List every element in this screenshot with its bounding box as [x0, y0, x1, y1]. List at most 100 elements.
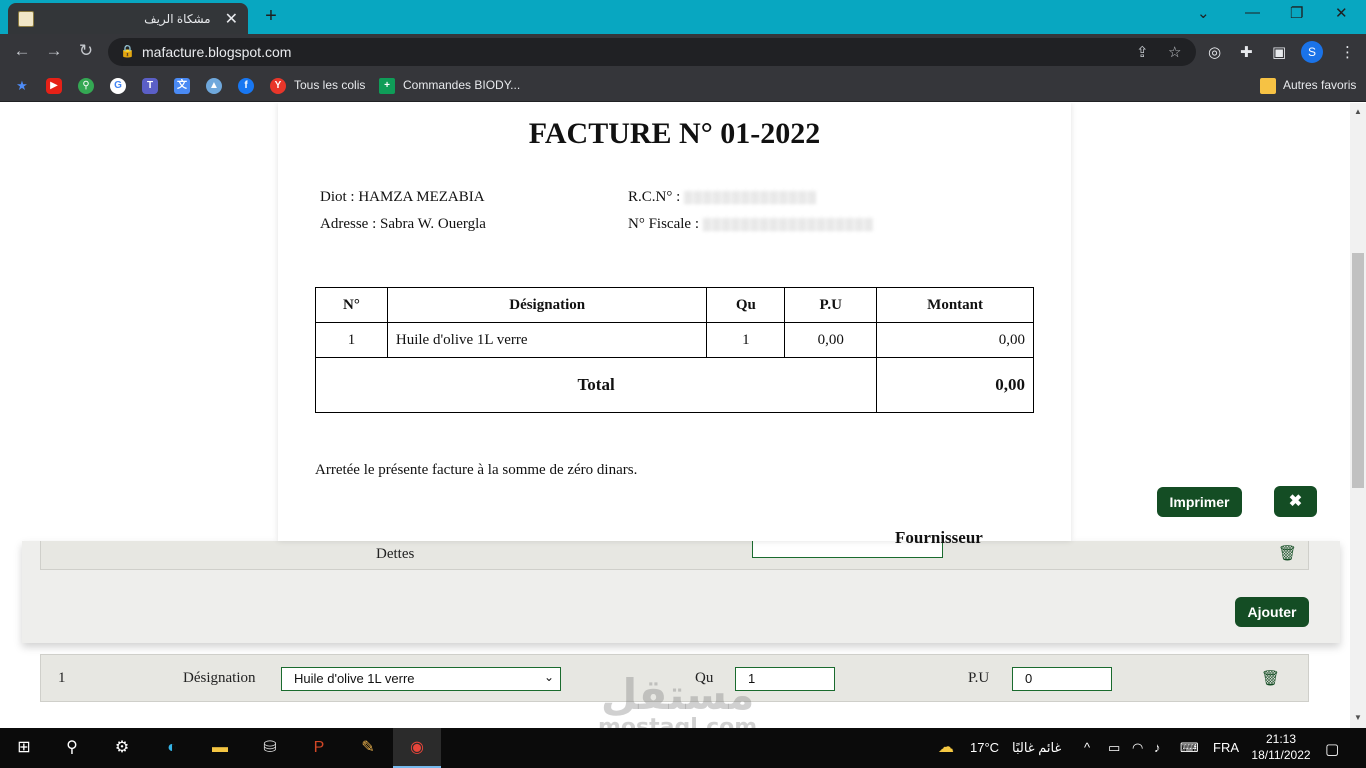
browser-tab[interactable]: مشكاة الريف ✕: [8, 3, 248, 34]
lock-icon[interactable]: 🔒: [120, 44, 135, 58]
menu-kebab-icon[interactable]: ⋮: [1340, 43, 1355, 61]
item-number: 1: [58, 670, 66, 686]
amount-in-words: Arretée le présente facture à la somme d…: [315, 462, 638, 478]
designation-select[interactable]: Huile d'olive 1L verre ⌄: [281, 667, 561, 691]
designation-select-value: Huile d'olive 1L verre: [294, 671, 415, 686]
scrollbar-thumb[interactable]: [1352, 253, 1364, 488]
header-designation: Désignation: [386, 287, 708, 323]
teams-icon[interactable]: T: [142, 78, 158, 94]
watermark-arabic: مستقل: [600, 670, 755, 719]
minimize-button[interactable]: —: [1245, 4, 1260, 21]
windows-start-icon[interactable]: ⊞: [12, 736, 36, 760]
ajouter-button[interactable]: Ajouter: [1235, 597, 1309, 627]
tab-search-icon[interactable]: ⌄: [1197, 4, 1210, 22]
temperature-text[interactable]: 17°C: [970, 740, 999, 755]
scroll-down-icon[interactable]: ▼: [1354, 713, 1362, 722]
battery-icon[interactable]: ▭: [1108, 740, 1120, 756]
settings-gear-icon[interactable]: ⚙: [110, 736, 134, 760]
table-row: 1 Huile d'olive 1L verre 1 0,00 0,00: [315, 322, 1034, 358]
redacted-fiscal: ▒▒▒▒▒▒▒▒▒▒▒▒▒▒▒▒▒▒: [702, 217, 874, 231]
side-panel-icon[interactable]: ▣: [1272, 43, 1286, 61]
language-indicator[interactable]: FRA: [1213, 740, 1239, 755]
designation-label: Désignation: [183, 670, 256, 686]
delete-item-icon[interactable]: 🗑: [1261, 669, 1280, 688]
page-content: Dettes 🗑 Ajouter 1 Désignation Huile d'o…: [0, 103, 1350, 728]
translate-icon[interactable]: 文: [174, 78, 190, 94]
chevron-down-icon: ⌄: [543, 670, 554, 684]
row-num: 1: [315, 322, 388, 358]
back-button[interactable]: ←: [12, 41, 32, 61]
folder-icon[interactable]: [1260, 78, 1276, 94]
clock-date: 18/11/2022: [1251, 748, 1311, 762]
clock-time: 21:13: [1265, 732, 1297, 746]
url-text[interactable]: mafacture.blogspot.com: [142, 44, 291, 60]
dettes-label: Dettes: [376, 546, 415, 562]
header-montant: Montant: [876, 287, 1034, 323]
redacted-rcn: ▒▒▒▒▒▒▒▒▒▒▒▒▒▒: [684, 190, 818, 204]
dettes-row: Dettes 🗑: [40, 541, 1309, 570]
weather-icon[interactable]: ☁: [938, 737, 954, 757]
clock[interactable]: 21:13 18/11/2022: [1246, 731, 1316, 763]
total-row: Total 0,00: [314, 357, 1034, 413]
invoice-table: N° Désignation Qu P.U Montant 1 Huile d'…: [314, 287, 1034, 413]
chrome-extension-icon[interactable]: ◎: [1208, 43, 1221, 61]
extensions-puzzle-icon[interactable]: ✚: [1240, 43, 1253, 61]
bookmark-star-icon[interactable]: ☆: [1168, 43, 1181, 61]
row-pu: 0,00: [784, 322, 878, 358]
client-address: Adresse : Sabra W. Ouergla: [320, 216, 486, 232]
close-window-button[interactable]: ✕: [1335, 4, 1348, 22]
restore-button[interactable]: ❐: [1290, 4, 1303, 22]
bookmark-tous-les-colis[interactable]: Tous les colis: [294, 78, 365, 92]
maps-icon[interactable]: ⚲: [78, 78, 94, 94]
edge-icon[interactable]: ◐: [160, 736, 184, 760]
scroll-up-icon[interactable]: ▲: [1354, 107, 1362, 116]
pu-label: P.U: [968, 670, 990, 686]
file-explorer-icon[interactable]: ▬: [208, 736, 232, 760]
yandex-icon[interactable]: Y: [270, 78, 286, 94]
reload-button[interactable]: ↻: [76, 41, 96, 61]
keyboard-icon[interactable]: ⌨: [1180, 740, 1199, 756]
bookmark-autres-favoris[interactable]: Autres favoris: [1283, 78, 1356, 92]
site-favicon-icon: [18, 10, 34, 27]
tab-strip: مشكاة الريف ✕ + ⌄ — ❐ ✕: [0, 0, 1366, 34]
header-qu: Qu: [706, 287, 786, 323]
forward-button[interactable]: →: [44, 41, 64, 61]
wifi-icon[interactable]: ◠: [1132, 740, 1143, 756]
header-num: N°: [315, 287, 388, 323]
total-value: 0,00: [876, 357, 1034, 413]
profile-avatar[interactable]: S: [1301, 41, 1323, 63]
volume-icon[interactable]: ♪: [1154, 740, 1161, 755]
row-designation: Huile d'olive 1L verre: [386, 322, 708, 358]
row-montant: 0,00: [876, 322, 1034, 358]
python-icon[interactable]: ⛁: [258, 736, 282, 760]
close-tab-icon[interactable]: ✕: [225, 9, 238, 29]
notification-icon[interactable]: ▢: [1325, 740, 1339, 758]
facebook-icon[interactable]: f: [238, 78, 254, 94]
bookmark-commandes-biody[interactable]: Commandes BIODY...: [403, 78, 520, 92]
powerpoint-icon[interactable]: P: [307, 736, 331, 760]
pu-input[interactable]: 0: [1012, 667, 1112, 691]
total-label: Total: [314, 357, 878, 413]
paint-icon[interactable]: ✎: [356, 736, 380, 760]
search-icon[interactable]: ⚲: [60, 736, 84, 760]
chrome-icon[interactable]: ◉: [405, 736, 429, 760]
page-scrollbar[interactable]: ▲ ▼: [1350, 103, 1366, 728]
invoice-title: FACTURE N° 01-2022: [528, 117, 821, 150]
youtube-icon[interactable]: ▶: [46, 78, 62, 94]
table-header-row: N° Désignation Qu P.U Montant: [315, 287, 1034, 323]
share-icon[interactable]: ⇪: [1136, 43, 1149, 61]
tab-title: مشكاة الريف: [144, 11, 211, 26]
weather-text[interactable]: غائم غالبًا: [1012, 740, 1061, 756]
star-bookmark-icon[interactable]: ★: [14, 78, 30, 94]
trash-icon[interactable]: 🗑: [1278, 544, 1297, 562]
sheets-icon[interactable]: +: [379, 78, 395, 94]
address-bar[interactable]: 🔒 mafacture.blogspot.com ⇪ ☆: [108, 38, 1196, 66]
education-icon[interactable]: ▲: [206, 78, 222, 94]
new-tab-button[interactable]: +: [260, 5, 282, 28]
close-icon[interactable]: ✖: [1274, 486, 1317, 517]
fiscal-label: N° Fiscale :: [628, 216, 699, 232]
bookmarks-bar: ★ ▶ ⚲ G T 文 ▲ f Y Tous les colis + Comma…: [0, 70, 1366, 102]
imprimer-button[interactable]: Imprimer: [1157, 487, 1242, 517]
google-icon[interactable]: G: [110, 78, 126, 94]
tray-chevron-icon[interactable]: ^: [1084, 740, 1090, 755]
